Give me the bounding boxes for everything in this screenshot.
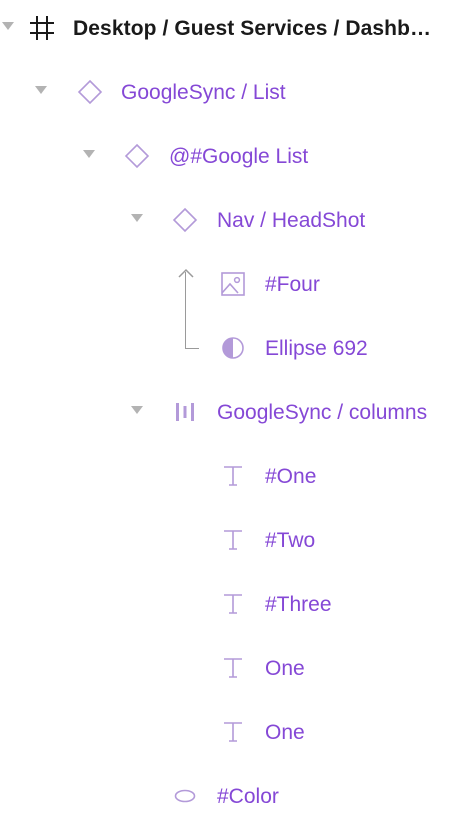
- layer-row-googlesync-columns[interactable]: GoogleSync / columns: [0, 382, 454, 446]
- layer-label: Ellipse 692: [265, 337, 368, 360]
- layer-label: #Two: [265, 529, 316, 552]
- text-icon: [219, 526, 247, 554]
- expand-caret-icon[interactable]: [35, 86, 47, 94]
- text-icon: [219, 462, 247, 490]
- layer-label: GoogleSync / columns: [217, 401, 428, 424]
- frame-hash-icon: [28, 14, 56, 42]
- layer-label: GoogleSync / List: [121, 81, 286, 104]
- ellipse-mask-icon: [219, 334, 247, 362]
- layer-row-one-b[interactable]: One: [0, 702, 454, 766]
- image-icon: [219, 270, 247, 298]
- text-icon: [219, 718, 247, 746]
- layer-row-one-a[interactable]: One: [0, 638, 454, 702]
- component-instance-icon: [171, 206, 199, 234]
- ellipse-icon: [171, 782, 199, 810]
- layer-row-google-list[interactable]: @#Google List: [0, 126, 454, 190]
- expand-caret-icon[interactable]: [2, 22, 14, 30]
- expand-caret-icon[interactable]: [131, 406, 143, 414]
- text-icon: [219, 654, 247, 682]
- layer-label: Desktop / Guest Services / Dashb…: [73, 17, 432, 40]
- component-instance-icon: [76, 78, 104, 106]
- layer-label: #Three: [265, 593, 332, 616]
- layer-row-color[interactable]: #Color: [0, 766, 454, 830]
- layer-row-two-hash[interactable]: #Two: [0, 510, 454, 574]
- expand-caret-icon[interactable]: [83, 150, 95, 158]
- layer-row-nav-headshot[interactable]: Nav / HeadShot: [0, 190, 454, 254]
- text-icon: [219, 590, 247, 618]
- layer-row-three-hash[interactable]: #Three: [0, 574, 454, 638]
- expand-caret-icon[interactable]: [131, 214, 143, 222]
- layer-label: #One: [265, 465, 317, 488]
- layer-row-ellipse-692[interactable]: Ellipse 692: [0, 318, 454, 382]
- layer-label: One: [265, 657, 305, 680]
- layer-label: One: [265, 721, 305, 744]
- layer-label: #Four: [265, 273, 320, 296]
- layer-row-googlesync-list[interactable]: GoogleSync / List: [0, 62, 454, 126]
- layer-label: #Color: [217, 785, 279, 808]
- layer-row-frame[interactable]: Desktop / Guest Services / Dashb…: [0, 0, 454, 62]
- layer-row-one-hash[interactable]: #One: [0, 446, 454, 510]
- layer-label: @#Google List: [169, 145, 309, 168]
- layer-label: Nav / HeadShot: [217, 209, 366, 232]
- component-instance-icon: [123, 142, 151, 170]
- layers-panel: Desktop / Guest Services / Dashb… Google…: [0, 0, 454, 837]
- layer-row-four[interactable]: #Four: [0, 254, 454, 318]
- auto-layout-columns-icon: [171, 398, 199, 426]
